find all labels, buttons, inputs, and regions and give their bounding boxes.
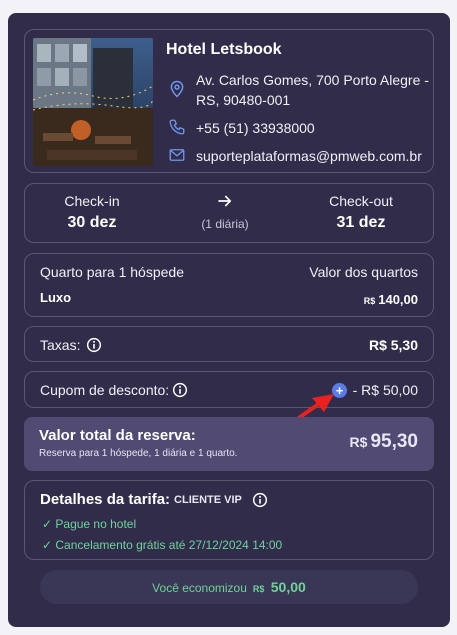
room-type: Luxo	[40, 290, 72, 305]
hotel-phone-text[interactable]: +55 (51) 33938000	[196, 118, 315, 138]
taxes-value: R$ 5,30	[368, 337, 418, 353]
nights-count: (1 diária)	[201, 217, 249, 231]
hotel-phone: +55 (51) 33938000	[168, 118, 315, 138]
checkin-label: Check-in	[64, 193, 120, 209]
checkout-label: Check-out	[329, 193, 393, 209]
checkin-date: 30 dez	[67, 214, 117, 231]
taxes-label: Taxas:	[40, 337, 81, 353]
room-card: Quarto para 1 hóspede Valor dos quartos …	[24, 253, 434, 317]
tariff-card: Detalhes da tarifa: CLIENTE VIP ✓ Pague …	[24, 480, 434, 560]
hotel-card: Hotel Letsbook Av. Carlos Gomes, 700 Por…	[24, 29, 434, 173]
info-icon[interactable]	[86, 337, 102, 353]
check-icon: ✓	[42, 538, 56, 552]
tariff-tag: CLIENTE VIP	[174, 493, 242, 506]
hotel-email: suporteplataformas@pmweb.com.br	[168, 146, 422, 166]
room-price-currency: R$	[363, 296, 376, 306]
total-title: Valor total da reserva:	[39, 427, 196, 444]
tariff-perk: ✓ Pague no hotel	[42, 517, 136, 531]
coupon-value: - R$ 50,00	[352, 382, 418, 398]
stay-length: (1 diária)	[160, 192, 290, 231]
rooms-value-label: Valor dos quartos	[309, 264, 418, 280]
checkout: Check-out 31 dez	[301, 193, 421, 232]
check-icon: ✓	[42, 517, 56, 531]
hotel-email-text[interactable]: suporteplataformas@pmweb.com.br	[196, 146, 422, 166]
coupon-label-row: Cupom de desconto:	[40, 382, 188, 398]
tariff-perk-text: Cancelamento grátis até 27/12/2024 14:00	[55, 538, 283, 552]
checkout-date: 31 dez	[336, 214, 386, 231]
tariff-title: Detalhes da tarifa:	[40, 491, 171, 508]
tariff-header: Detalhes da tarifa: CLIENTE VIP	[40, 491, 268, 508]
tariff-perk: ✓ Cancelamento grátis até 27/12/2024 14:…	[42, 538, 282, 552]
checkin: Check-in 30 dez	[32, 193, 152, 232]
savings-banner: Você economizou R$ 50,00	[40, 570, 418, 604]
total-currency: R$	[349, 434, 368, 450]
map-pin-icon	[170, 80, 184, 98]
room-price: R$ 140,00	[364, 292, 418, 307]
hotel-name: Hotel Letsbook	[166, 41, 282, 58]
info-icon[interactable]	[172, 382, 188, 398]
hotel-photo	[33, 38, 153, 166]
total-subtitle: Reserva para 1 hóspede, 1 diária e 1 qua…	[39, 448, 238, 459]
room-occupancy: Quarto para 1 hóspede	[40, 264, 184, 280]
savings-label: Você economizou	[152, 581, 247, 595]
room-price-value: 140,00	[378, 292, 418, 307]
info-icon[interactable]	[252, 492, 268, 508]
total-box: Valor total da reserva: Reserva para 1 h…	[24, 417, 434, 471]
taxes-label-row: Taxas:	[40, 337, 102, 353]
arrow-right-icon	[218, 195, 232, 207]
total-value: R$ 95,30	[350, 431, 418, 453]
hotel-address: Av. Carlos Gomes, 700 Porto Alegre - RS,…	[168, 70, 430, 110]
tariff-perk-text: Pague no hotel	[55, 517, 137, 531]
phone-icon	[169, 119, 185, 135]
mail-icon	[169, 149, 185, 161]
stay-dates-card: Check-in 30 dez (1 diária) Check-out 31 …	[24, 183, 434, 243]
coupon-label: Cupom de desconto:	[40, 382, 170, 398]
taxes-card: Taxas: R$ 5,30	[24, 326, 434, 362]
total-amount: 95,30	[370, 431, 418, 452]
savings-currency: R$	[252, 584, 265, 594]
savings-value: 50,00	[270, 579, 306, 595]
booking-summary-panel: Hotel Letsbook Av. Carlos Gomes, 700 Por…	[8, 13, 450, 627]
coupon-card: Cupom de desconto: + - R$ 50,00	[24, 371, 434, 408]
hotel-address-text: Av. Carlos Gomes, 700 Porto Alegre - RS,…	[196, 72, 429, 108]
